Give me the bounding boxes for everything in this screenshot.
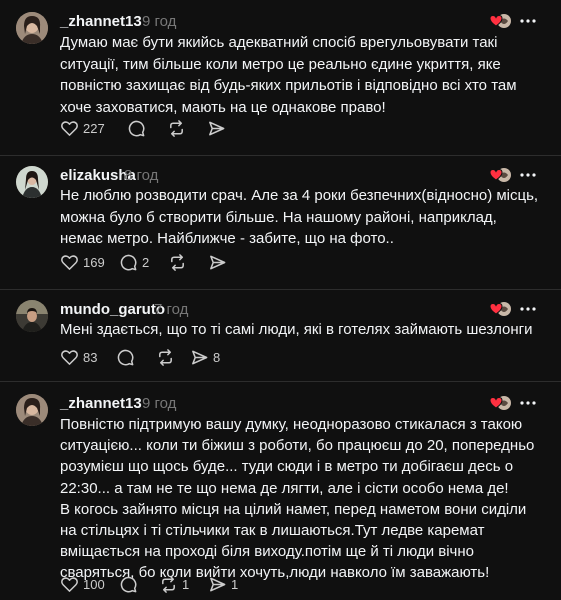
repost-button[interactable] — [167, 118, 207, 138]
comment-icon — [117, 349, 134, 365]
post-actions: 83 8 — [60, 347, 230, 367]
more-icon[interactable] — [517, 300, 539, 318]
post-actions: 227 — [60, 118, 247, 138]
avatar[interactable] — [16, 12, 48, 44]
share-button[interactable] — [207, 118, 247, 138]
repost-icon — [170, 119, 183, 137]
post: mundo_garuto 7 год Мені здається, що то … — [0, 289, 561, 381]
like-count: 169 — [83, 254, 105, 270]
comment-icon — [120, 576, 137, 592]
post: _zhannet13 9 год Повністю підтримую вашу… — [0, 381, 561, 600]
timestamp[interactable]: 9 год — [142, 13, 176, 31]
timestamp[interactable]: 7 год — [154, 301, 188, 319]
repost-icon — [171, 253, 184, 271]
username[interactable]: _zhannet13 — [60, 13, 142, 31]
like-count: 227 — [83, 120, 105, 136]
reply-count: 2 — [142, 254, 150, 270]
like-count: 100 — [83, 576, 105, 592]
heart-icon — [61, 349, 78, 365]
like-button[interactable]: 169 — [60, 252, 119, 272]
heart-icon — [61, 576, 78, 592]
post-text: Мені здається, що то ті самі люди, які в… — [60, 321, 533, 338]
reply-button[interactable]: 2 — [119, 252, 168, 272]
post-text: Повністю підтримую вашу думку, неоднораз… — [60, 416, 535, 582]
share-count: 8 — [213, 349, 221, 365]
post-actions: 169 2 — [60, 252, 248, 272]
like-button[interactable]: 83 — [60, 347, 116, 367]
post: elizakusha 8 год Не люблю розводити срач… — [0, 155, 561, 289]
post-actions: 100 1 1 — [60, 574, 248, 594]
avatar[interactable] — [16, 166, 48, 198]
reacted-avatars-icon — [487, 12, 513, 30]
share-button[interactable]: 1 — [208, 574, 248, 594]
repost-icon — [162, 575, 175, 593]
reply-button[interactable] — [116, 347, 156, 367]
comment-icon — [120, 254, 137, 270]
reply-button[interactable] — [119, 574, 159, 594]
avatar[interactable] — [16, 394, 48, 426]
post: _zhannet13 9 год Думаю має бути якийсь а… — [0, 0, 561, 155]
comment-icon — [128, 120, 145, 136]
heart-icon — [61, 254, 78, 270]
share-count: 1 — [231, 576, 239, 592]
reply-button[interactable] — [127, 118, 167, 138]
like-count: 83 — [83, 349, 98, 365]
avatar[interactable] — [16, 300, 48, 332]
send-icon — [192, 350, 208, 364]
timestamp[interactable]: 8 год — [124, 167, 158, 185]
share-button[interactable] — [208, 252, 248, 272]
repost-button[interactable] — [156, 347, 190, 367]
repost-button[interactable] — [168, 252, 208, 272]
heart-icon — [61, 120, 78, 136]
repost-button[interactable]: 1 — [159, 574, 208, 594]
send-icon — [209, 121, 225, 135]
send-icon — [210, 577, 226, 591]
like-button[interactable]: 227 — [60, 118, 127, 138]
more-icon[interactable] — [517, 394, 539, 412]
share-button[interactable]: 8 — [190, 347, 230, 367]
send-icon — [210, 255, 226, 269]
post-text: Думаю має бути якийсь адекватний спосіб … — [60, 34, 517, 116]
timestamp[interactable]: 9 год — [142, 395, 176, 413]
repost-icon — [159, 348, 172, 366]
post-text: Не люблю розводити срач. Але за 4 роки б… — [60, 187, 539, 247]
reacted-avatars-icon — [487, 166, 513, 184]
reacted-avatars-icon — [487, 300, 513, 318]
like-button[interactable]: 100 — [60, 574, 119, 594]
repost-count: 1 — [182, 576, 190, 592]
more-icon[interactable] — [517, 166, 539, 184]
username[interactable]: mundo_garuto — [60, 301, 165, 319]
reacted-avatars-icon — [487, 394, 513, 412]
username[interactable]: _zhannet13 — [60, 395, 142, 413]
more-icon[interactable] — [517, 12, 539, 30]
